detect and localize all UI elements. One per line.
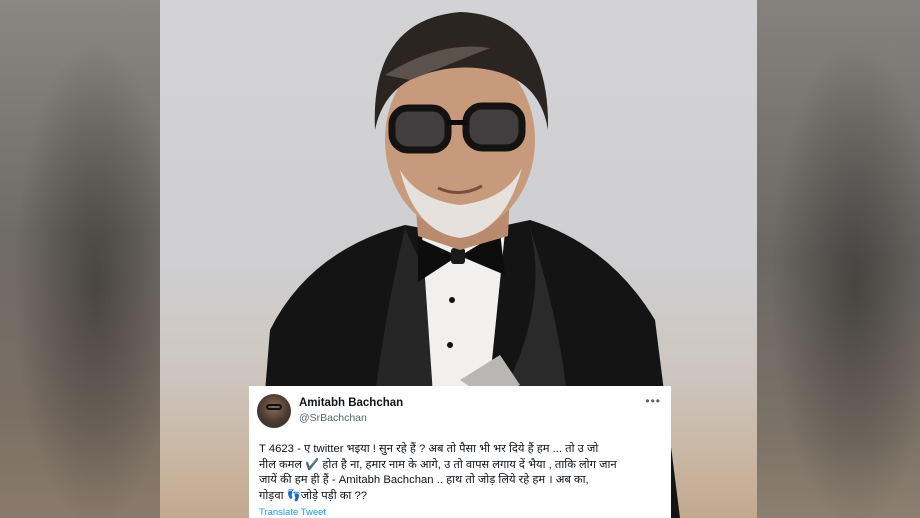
author-display-name[interactable]: Amitabh Bachchan (299, 396, 403, 411)
background-blur-left (0, 0, 160, 518)
tweet-text: T 4623 - ए twitter भइया ! सुन रहे हैं ? … (257, 442, 664, 504)
avatar[interactable] (257, 394, 291, 428)
tweet-text-line: T 4623 - ए twitter भइया ! सुन रहे हैं ? … (259, 443, 599, 455)
tweet-text-line: जायें की हम ही हैं - Amitabh Bachchan ..… (259, 474, 589, 486)
translate-tweet-link[interactable]: Translate Tweet (257, 507, 661, 518)
author-handle[interactable]: @SrBachchan (299, 411, 403, 426)
more-horizontal-icon[interactable]: ••• (645, 395, 661, 407)
glasses-right (462, 102, 526, 152)
tweet-text-line: गोड़वा 👣जोड़े पड़ी का ?? (259, 489, 368, 502)
tweet-text-line: नील कमल ✔️ होत है ना, हमार नाम के आगे, उ… (259, 458, 617, 471)
glasses-left (388, 104, 452, 154)
tweet-header: Amitabh Bachchan @SrBachchan ••• (257, 394, 661, 428)
background-blur-right (757, 0, 920, 518)
tweet-author: Amitabh Bachchan @SrBachchan (299, 396, 403, 426)
tweet-card[interactable]: Amitabh Bachchan @SrBachchan ••• T 4623 … (249, 386, 671, 518)
